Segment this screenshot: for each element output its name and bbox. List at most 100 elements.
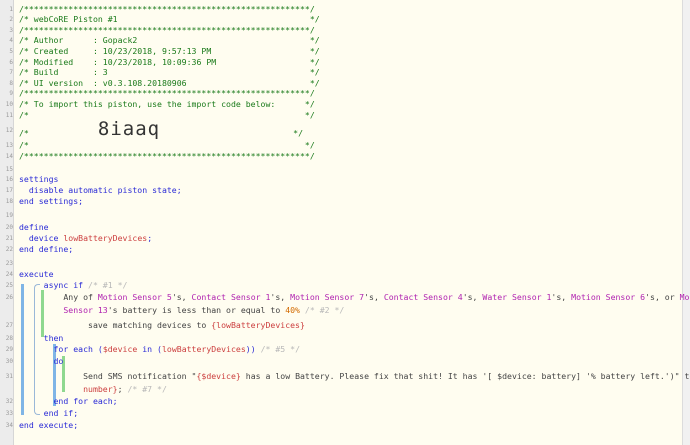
- code-token: /***************************************…: [19, 88, 315, 98]
- code-line: 22 end define;: [0, 244, 680, 255]
- line-number: 34: [5, 422, 13, 429]
- code-line: 20 define: [0, 222, 680, 233]
- line-number: 31: [5, 373, 13, 380]
- code-token: Motion Sensor 6: [571, 292, 646, 302]
- code-token: 's battery is less than or equal to: [107, 305, 286, 315]
- code-token: */: [160, 128, 304, 138]
- code-line: 5 /* Created : 10/23/2018, 9:57:13 PM */: [0, 46, 680, 57]
- code-line: 21 device lowBatteryDevices;: [0, 233, 680, 244]
- code-text: end execute;: [19, 420, 78, 431]
- code-text: define: [19, 222, 49, 233]
- line-number: 14: [5, 153, 13, 160]
- code-token: /* #5 */: [260, 344, 301, 354]
- code-text: /* Build : 3 */: [19, 67, 320, 78]
- piston-code-editor: 1/**************************************…: [0, 0, 690, 445]
- code-token: lowBatteryDevices: [161, 344, 246, 354]
- code-token: 's, or: [645, 292, 680, 302]
- code-token: Contact Sensor 1: [191, 292, 271, 302]
- code-token: end if;: [19, 408, 79, 418]
- code-line: 9 /**************************************…: [0, 88, 680, 99]
- code-token: /***************************************…: [19, 25, 315, 35]
- line-number: 20: [5, 224, 13, 231]
- code-token: async if: [19, 280, 89, 290]
- code-token: /* UI version : v0.3.108.20180906 */: [19, 78, 320, 88]
- code-token: ;: [117, 384, 128, 394]
- code-text: /* */: [19, 140, 315, 151]
- line-number: 29: [5, 346, 13, 353]
- code-line: 13 /* */: [0, 140, 680, 151]
- code-line: 33 end if;: [0, 408, 680, 419]
- code-token: Contact Sensor 4: [383, 292, 463, 302]
- code-token: Motion: [679, 292, 690, 302]
- code-line: 25 async if /* #1 */: [0, 280, 680, 291]
- code-text: end settings;: [19, 196, 83, 207]
- code-token: 's,: [462, 292, 483, 302]
- code-token: 8iaaq: [97, 118, 161, 140]
- code-token: do: [19, 356, 64, 366]
- code-line: 29 for each ($device in (lowBatteryDevic…: [0, 344, 680, 355]
- code-token: /* #7 */: [127, 384, 167, 394]
- code-token: /* Modified : 10/23/2018, 10:09:36 PM */: [19, 57, 320, 67]
- code-line: 31 Send SMS notification "{$device} has …: [0, 371, 690, 382]
- code-token: /* */: [19, 110, 315, 120]
- code-token: /* Build : 3 */: [19, 67, 320, 77]
- code-token: 's,: [171, 292, 192, 302]
- code-token: /* Author : Gopack2 */: [19, 35, 320, 45]
- line-number: 11: [5, 112, 13, 119]
- code-text: end if;: [19, 408, 79, 419]
- code-token: end settings;: [19, 196, 84, 206]
- line-number: 7: [9, 69, 13, 76]
- code-token: /* To import this piston, use the import…: [19, 99, 315, 109]
- code-text: /***************************************…: [19, 151, 315, 162]
- line-number: 27: [5, 322, 13, 329]
- code-token: ;: [147, 233, 153, 243]
- code-token: /* #2 */: [300, 305, 345, 315]
- code-text: /* To import this piston, use the import…: [19, 99, 315, 110]
- code-token: end for each;: [19, 396, 118, 406]
- code-token: Send SMS notification ": [19, 371, 197, 381]
- line-number: 10: [5, 101, 13, 108]
- code-line: 23: [0, 258, 680, 269]
- code-line: number}; /* #7 */: [0, 384, 680, 395]
- code-text: /* */: [19, 110, 315, 121]
- code-text: do: [19, 356, 64, 367]
- line-number: 5: [9, 48, 13, 55]
- code-token: $device: [102, 344, 138, 354]
- code-token: for each (: [19, 344, 103, 354]
- code-token: disable automatic piston state;: [19, 185, 182, 195]
- code-line: 28 then: [0, 333, 680, 344]
- code-token: execute: [19, 269, 54, 279]
- line-number: 30: [5, 358, 13, 365]
- code-text: /***************************************…: [19, 88, 315, 99]
- line-number: 2: [9, 16, 13, 23]
- code-token: /***************************************…: [19, 151, 315, 161]
- code-line: 30 do: [0, 356, 680, 367]
- line-number: 24: [5, 271, 13, 278]
- code-token: 's,: [551, 292, 572, 302]
- code-text: /* Author : Gopack2 */: [19, 35, 320, 46]
- code-token: Motion Sensor 7: [290, 292, 365, 302]
- line-number: 23: [5, 260, 13, 267]
- code-text: Any of Motion Sensor 5's, Contact Sensor…: [19, 292, 690, 303]
- code-text: end for each;: [19, 396, 118, 407]
- code-token: 's,: [270, 292, 291, 302]
- code-line: 34 end execute;: [0, 420, 680, 431]
- line-number: 33: [5, 410, 13, 417]
- line-number: 32: [5, 398, 13, 405]
- code-token: has a low Battery. Please fix that shit!…: [240, 371, 690, 381]
- code-text: Send SMS notification "{$device} has a l…: [19, 371, 690, 382]
- code-token: end execute;: [19, 420, 79, 430]
- code-text: Sensor 13's battery is less than or equa…: [19, 305, 344, 316]
- code-token: end define;: [19, 244, 74, 254]
- code-token: /* */: [19, 140, 315, 150]
- code-line: 18 end settings;: [0, 196, 680, 207]
- code-line: Sensor 13's battery is less than or equa…: [0, 305, 680, 316]
- code-token: settings: [19, 174, 59, 184]
- code-text: /* webCoRE Piston #1 */: [19, 14, 320, 25]
- code-text: /* Created : 10/23/2018, 9:57:13 PM */: [19, 46, 320, 57]
- code-token: Water Sensor 1: [482, 292, 552, 302]
- code-line: 17 disable automatic piston state;: [0, 185, 680, 196]
- code-token: /* #1 */: [88, 280, 128, 290]
- line-number: 13: [5, 142, 13, 149]
- code-line: 16 settings: [0, 174, 680, 185]
